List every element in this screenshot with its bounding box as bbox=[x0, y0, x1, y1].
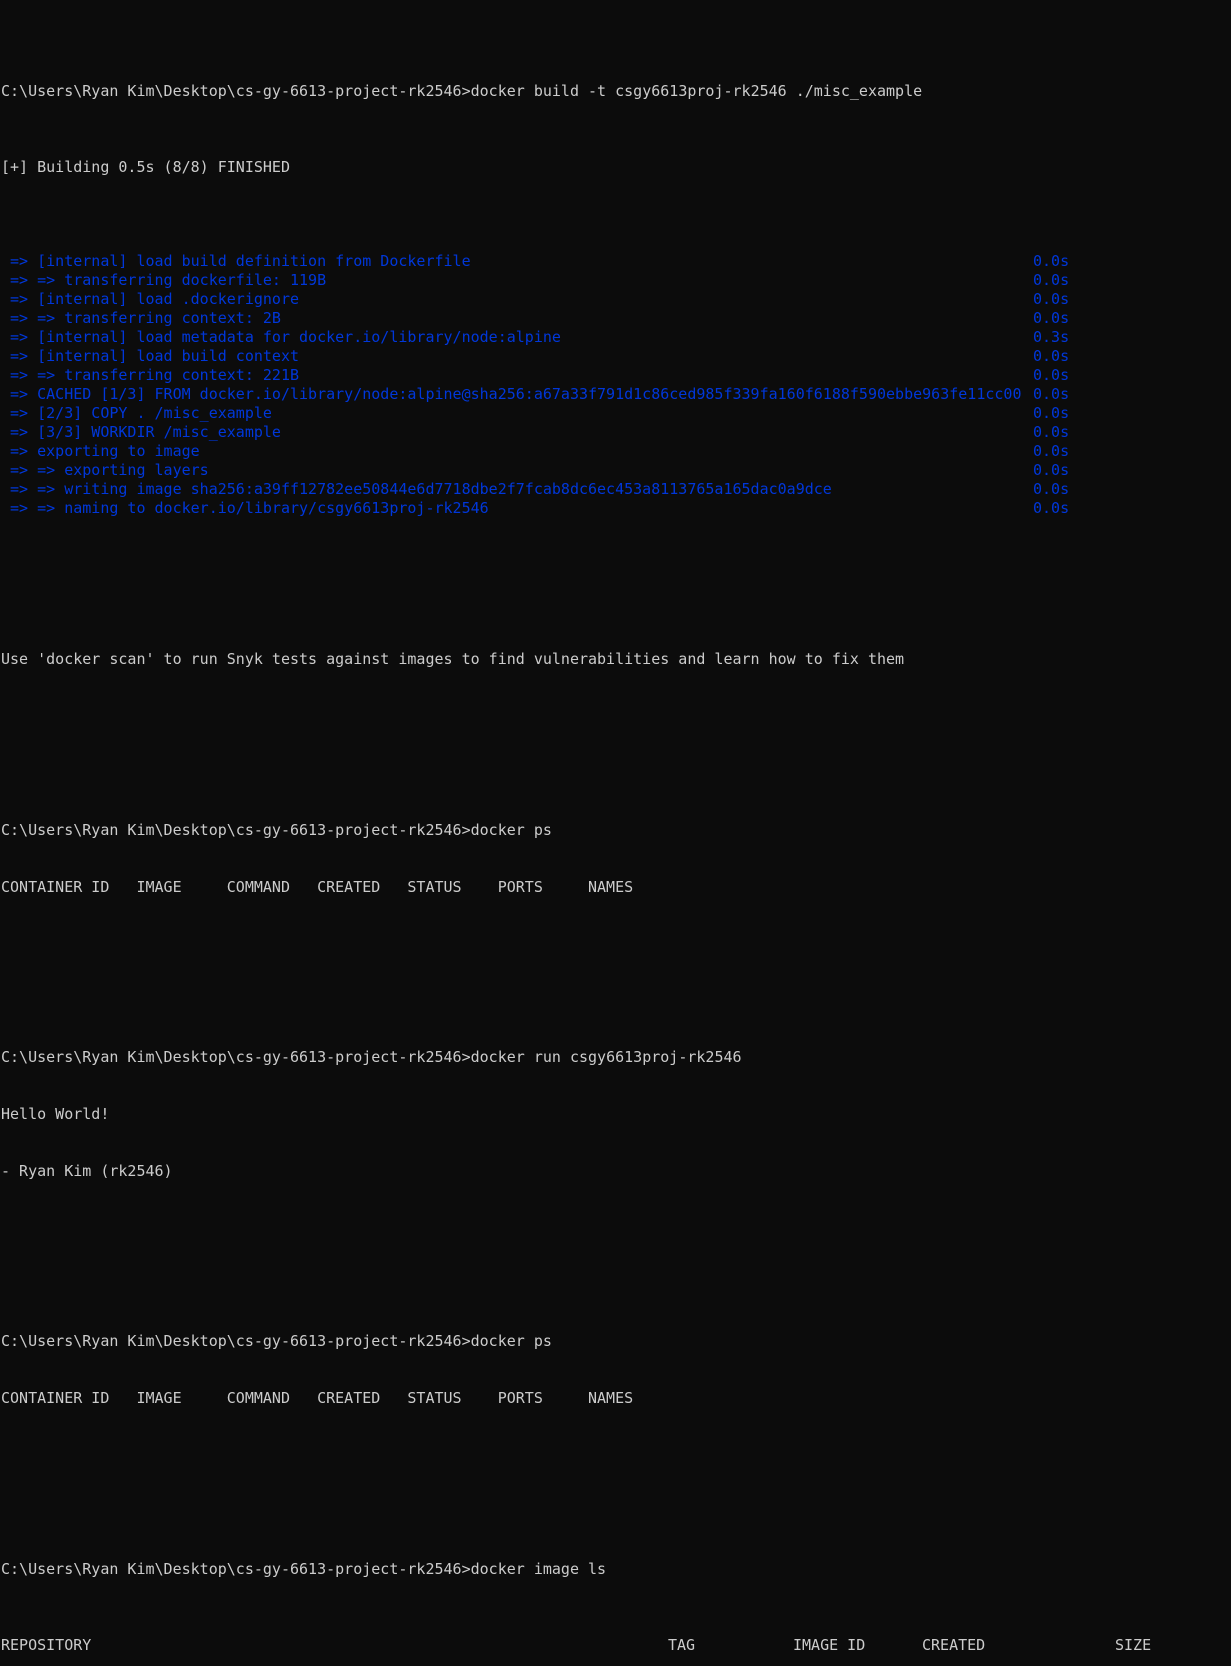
terminal-output[interactable]: C:\Users\Ryan Kim\Desktop\cs-gy-6613-pro… bbox=[0, 0, 1231, 1666]
column-header-size: SIZE bbox=[1115, 1635, 1152, 1654]
ps-header-row-2: CONTAINER ID IMAGE COMMAND CREATED STATU… bbox=[1, 1389, 634, 1408]
build-step-row: => [2/3] COPY . /misc_example 0.0s bbox=[1, 404, 1231, 423]
build-step-row: => CACHED [1/3] FROM docker.io/library/n… bbox=[1, 385, 1231, 404]
command-text-ps-2: docker ps bbox=[470, 1332, 552, 1351]
build-step-row: => => exporting layers 0.0s bbox=[1, 461, 1231, 480]
build-step-duration: 0.0s bbox=[1033, 384, 1070, 403]
run-output-line: - Ryan Kim (rk2546) bbox=[1, 1161, 173, 1180]
command-line-build: C:\Users\Ryan Kim\Desktop\cs-gy-6613-pro… bbox=[1, 82, 1231, 101]
command-line-ps-1: C:\Users\Ryan Kim\Desktop\cs-gy-6613-pro… bbox=[1, 821, 1231, 840]
build-step-duration: 0.0s bbox=[1033, 365, 1070, 384]
run-output-line: Hello World! bbox=[1, 1104, 110, 1123]
command-text-ps-1: docker ps bbox=[470, 820, 552, 839]
build-step-row: => exporting to image 0.0s bbox=[1, 442, 1231, 461]
build-step-duration: 0.0s bbox=[1033, 498, 1070, 517]
build-step-row: => => transferring context: 221B 0.0s bbox=[1, 366, 1231, 385]
build-step-duration: 0.0s bbox=[1033, 479, 1070, 498]
build-step-duration: 0.0s bbox=[1033, 403, 1070, 422]
build-step-text: => [3/3] WORKDIR /misc_example bbox=[1, 422, 281, 441]
ps-header-row-1: CONTAINER ID IMAGE COMMAND CREATED STATU… bbox=[1, 877, 634, 896]
prompt-text: C:\Users\Ryan Kim\Desktop\cs-gy-6613-pro… bbox=[1, 820, 471, 839]
build-step-text: => => writing image sha256:a39ff12782ee5… bbox=[1, 479, 832, 498]
build-step-row: => [internal] load .dockerignore 0.0s bbox=[1, 290, 1231, 309]
build-step-row: => => naming to docker.io/library/csgy66… bbox=[1, 499, 1231, 518]
command-text-build: docker build -t csgy6613proj-rk2546 ./mi… bbox=[470, 81, 923, 100]
build-step-duration: 0.0s bbox=[1033, 271, 1070, 290]
build-step-text: => CACHED [1/3] FROM docker.io/library/n… bbox=[1, 384, 1022, 403]
build-step-text: => [2/3] COPY . /misc_example bbox=[1, 403, 272, 422]
build-step-row: => => transferring dockerfile: 119B 0.0s bbox=[1, 271, 1231, 290]
command-line-run: C:\Users\Ryan Kim\Desktop\cs-gy-6613-pro… bbox=[1, 1048, 1231, 1067]
build-step-duration: 0.0s bbox=[1033, 309, 1070, 328]
build-step-text: => [internal] load build definition from… bbox=[1, 252, 471, 271]
build-step-row: => [internal] load metadata for docker.i… bbox=[1, 328, 1231, 347]
build-step-row: => [internal] load build definition from… bbox=[1, 252, 1231, 271]
build-step-text: => => transferring context: 221B bbox=[1, 365, 300, 384]
build-step-row: => => writing image sha256:a39ff12782ee5… bbox=[1, 480, 1231, 499]
command-text-image-ls: docker image ls bbox=[470, 1559, 607, 1578]
command-line-ps-2: C:\Users\Ryan Kim\Desktop\cs-gy-6613-pro… bbox=[1, 1332, 1231, 1351]
prompt-text: C:\Users\Ryan Kim\Desktop\cs-gy-6613-pro… bbox=[1, 1559, 471, 1578]
command-line-image-ls: C:\Users\Ryan Kim\Desktop\cs-gy-6613-pro… bbox=[1, 1560, 1231, 1579]
column-header-repository: REPOSITORY bbox=[1, 1635, 92, 1654]
build-step-text: => => transferring dockerfile: 119B bbox=[1, 271, 327, 290]
build-step-duration: 0.0s bbox=[1033, 290, 1070, 309]
column-header-created: CREATED bbox=[922, 1635, 986, 1654]
build-step-text: => => naming to docker.io/library/csgy66… bbox=[1, 498, 489, 517]
build-step-text: => [internal] load .dockerignore bbox=[1, 290, 300, 309]
prompt-text: C:\Users\Ryan Kim\Desktop\cs-gy-6613-pro… bbox=[1, 1048, 471, 1067]
column-header-image-id: IMAGE ID bbox=[793, 1635, 866, 1654]
build-step-row: => [3/3] WORKDIR /misc_example 0.0s bbox=[1, 423, 1231, 442]
build-step-duration: 0.0s bbox=[1033, 347, 1070, 366]
build-status-line: [+] Building 0.5s (8/8) FINISHED bbox=[1, 157, 290, 176]
build-step-duration: 0.3s bbox=[1033, 328, 1070, 347]
command-text-run: docker run csgy6613proj-rk2546 bbox=[470, 1048, 742, 1067]
build-step-text: => => exporting layers bbox=[1, 460, 209, 479]
build-step-text: => [internal] load build context bbox=[1, 347, 300, 366]
build-step-text: => => transferring context: 2B bbox=[1, 309, 281, 328]
build-step-duration: 0.0s bbox=[1033, 460, 1070, 479]
image-table-header-row: REPOSITORY TAG IMAGE ID CREATED SIZE bbox=[1, 1636, 1231, 1655]
prompt-text: C:\Users\Ryan Kim\Desktop\cs-gy-6613-pro… bbox=[1, 1332, 471, 1351]
scan-hint-line: Use 'docker scan' to run Snyk tests agai… bbox=[1, 650, 905, 669]
build-step-duration: 0.0s bbox=[1033, 252, 1070, 271]
build-step-row: => => transferring context: 2B 0.0s bbox=[1, 309, 1231, 328]
build-steps-list: => [internal] load build definition from… bbox=[1, 252, 1231, 517]
column-header-tag: TAG bbox=[668, 1635, 696, 1654]
build-step-row: => [internal] load build context 0.0s bbox=[1, 347, 1231, 366]
build-step-text: => exporting to image bbox=[1, 441, 200, 460]
build-step-duration: 0.0s bbox=[1033, 422, 1070, 441]
build-step-text: => [internal] load metadata for docker.i… bbox=[1, 328, 561, 347]
build-step-duration: 0.0s bbox=[1033, 441, 1070, 460]
prompt-text: C:\Users\Ryan Kim\Desktop\cs-gy-6613-pro… bbox=[1, 81, 471, 100]
